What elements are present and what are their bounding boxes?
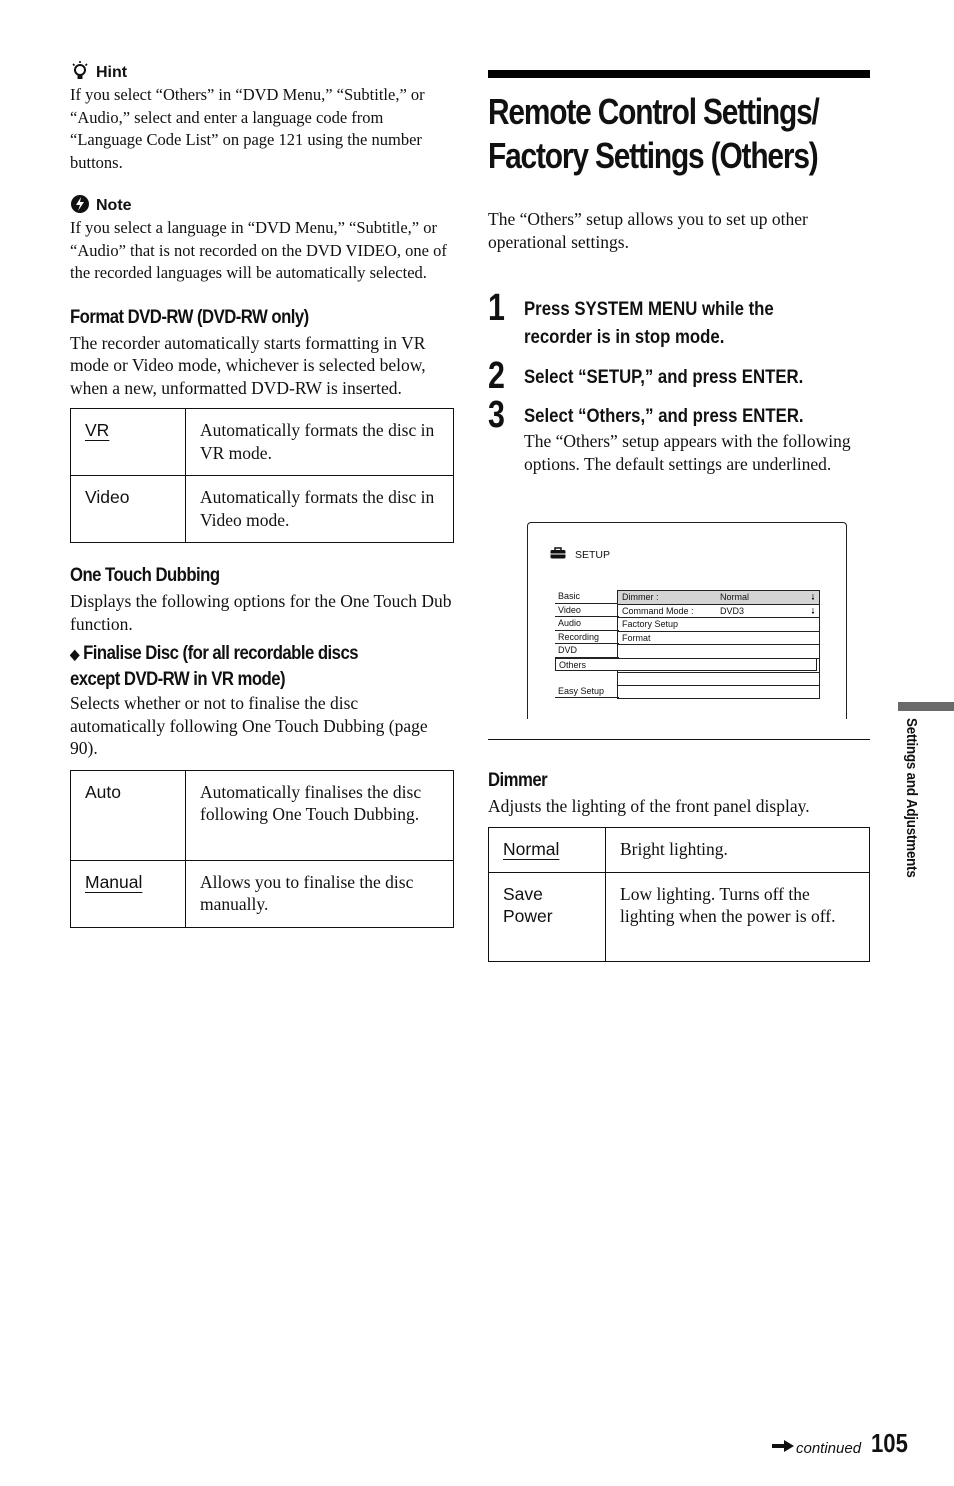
tab-empty: [555, 671, 619, 685]
option-key: Save Power: [488, 871, 606, 962]
arrow-right-icon: [772, 1439, 794, 1457]
title-rule: [488, 70, 870, 78]
option-row-format[interactable]: Format: [618, 632, 819, 645]
step-3: 3 Select “Others,” and press ENTER. The …: [488, 396, 870, 475]
option-desc: Low lighting. Turns off the lighting whe…: [605, 871, 870, 962]
finalise-disc-table: Auto Automatically finalises the disc fo…: [70, 769, 454, 928]
down-arrow-icon: 🠗: [811, 606, 815, 616]
option-row-factory-setup[interactable]: Factory Setup: [618, 618, 819, 632]
note-text: If you select a language in “DVD Menu,” …: [70, 218, 447, 282]
note-block: Note If you select a language in “DVD Me…: [70, 194, 454, 285]
continued-marker: continued: [772, 1439, 861, 1457]
step-number: 2: [488, 355, 505, 397]
step-2: 2 Select “SETUP,” and press ENTER.: [488, 355, 804, 397]
option-desc: Automatically formats the disc in VR mod…: [185, 408, 454, 476]
note-icon: [70, 194, 90, 219]
option-key: Auto: [70, 769, 186, 861]
section-tab-marker: [898, 702, 954, 711]
option-row-empty: [618, 686, 819, 699]
option-desc: Automatically finalises the disc followi…: [185, 769, 454, 861]
format-dvdrw-text: The recorder automatically starts format…: [70, 332, 426, 398]
table-row: Video Automatically formats the disc in …: [70, 475, 454, 543]
one-touch-section: One Touch Dubbing Displays the following…: [70, 563, 454, 928]
option-row-dimmer[interactable]: Dimmer : Normal 🠗: [618, 591, 819, 605]
option-row-empty: [618, 672, 819, 686]
setup-header: SETUP: [550, 547, 610, 562]
finalise-disc-heading: ◆ Finalise Disc (for all recordable disc…: [70, 643, 359, 690]
format-dvdrw-heading: Format DVD-RW (DVD-RW only): [70, 306, 309, 328]
one-touch-heading: One Touch Dubbing: [70, 565, 220, 586]
dimmer-section: Dimmer Adjusts the lighting of the front…: [488, 768, 870, 962]
section-divider: [488, 739, 870, 740]
option-key: VR: [85, 420, 110, 440]
tab-others[interactable]: Others: [555, 657, 817, 671]
dimmer-heading: Dimmer: [488, 770, 548, 791]
intro-text: The “Others” setup allows you to set up …: [488, 209, 808, 252]
setup-tabs: Basic Video Audio Recording DVD Others E…: [555, 590, 817, 698]
format-dvdrw-table: VR Automatically formats the disc in VR …: [70, 408, 454, 543]
tab-basic[interactable]: Basic: [555, 590, 619, 604]
option-desc: Bright lighting.: [605, 826, 870, 873]
page-title: Remote Control Settings/ Factory Setting…: [488, 91, 820, 176]
dimmer-table: Normal Bright lighting. Save Power Low l…: [488, 826, 870, 962]
option-row-empty: [618, 645, 819, 659]
table-row: Manual Allows you to finalise the disc m…: [70, 859, 454, 928]
page-footer: continued 105: [772, 1428, 914, 1459]
option-desc: Allows you to finalise the disc manually…: [185, 859, 454, 928]
table-row: Auto Automatically finalises the disc fo…: [70, 769, 454, 861]
right-column: Remote Control Settings/ Factory Setting…: [488, 70, 870, 475]
one-touch-text: Displays the following options for the O…: [70, 591, 452, 634]
steps: 1 Press SYSTEM MENU while the recorder i…: [488, 287, 870, 475]
setup-options: Dimmer : Normal 🠗 Command Mode : DVD3 🠗 …: [617, 590, 820, 699]
setup-screen: SETUP Basic Video Audio Recording DVD Ot…: [527, 522, 847, 719]
tab-video[interactable]: Video: [555, 604, 619, 617]
option-key: Video: [70, 475, 186, 543]
lightbulb-icon: [70, 60, 90, 86]
dimmer-text: Adjusts the lighting of the front panel …: [488, 796, 810, 816]
format-dvdrw-section: Format DVD-RW (DVD-RW only) The recorder…: [70, 305, 454, 543]
step-number: 3: [488, 394, 505, 436]
option-desc: Automatically formats the disc in Video …: [185, 475, 454, 543]
tab-dvd[interactable]: DVD: [555, 644, 619, 658]
hint-text: If you select “Others” in “DVD Menu,” “S…: [70, 85, 425, 172]
section-tab-label: Settings and Adjustments: [903, 718, 919, 878]
finalise-disc-text: Selects whether or not to finalise the d…: [70, 693, 428, 758]
option-row-command-mode[interactable]: Command Mode : DVD3 🠗: [618, 605, 819, 618]
tab-recording[interactable]: Recording: [555, 631, 619, 644]
step-number: 1: [488, 287, 505, 329]
table-row: VR Automatically formats the disc in VR …: [70, 408, 454, 476]
step-1: 1 Press SYSTEM MENU while the recorder i…: [488, 287, 774, 348]
table-row: Save Power Low lighting. Turns off the l…: [488, 871, 870, 962]
option-key: Manual: [85, 871, 143, 892]
diamond-bullet-icon: ◆: [70, 646, 79, 662]
tab-audio[interactable]: Audio: [555, 617, 619, 631]
hint-block: Hint If you select “Others” in “DVD Menu…: [70, 60, 454, 174]
page-number: 105: [871, 1428, 908, 1458]
option-key: Normal: [503, 838, 560, 859]
toolbox-icon: [550, 547, 566, 562]
down-arrow-icon: 🠗: [811, 593, 815, 602]
tab-easy-setup[interactable]: Easy Setup: [555, 685, 619, 698]
table-row: Normal Bright lighting.: [488, 826, 870, 873]
left-column: Hint If you select “Others” in “DVD Menu…: [70, 60, 454, 928]
step-3-body: The “Others” setup appears with the foll…: [524, 431, 851, 474]
note-label: Note: [96, 197, 132, 214]
hint-label: Hint: [96, 64, 128, 81]
